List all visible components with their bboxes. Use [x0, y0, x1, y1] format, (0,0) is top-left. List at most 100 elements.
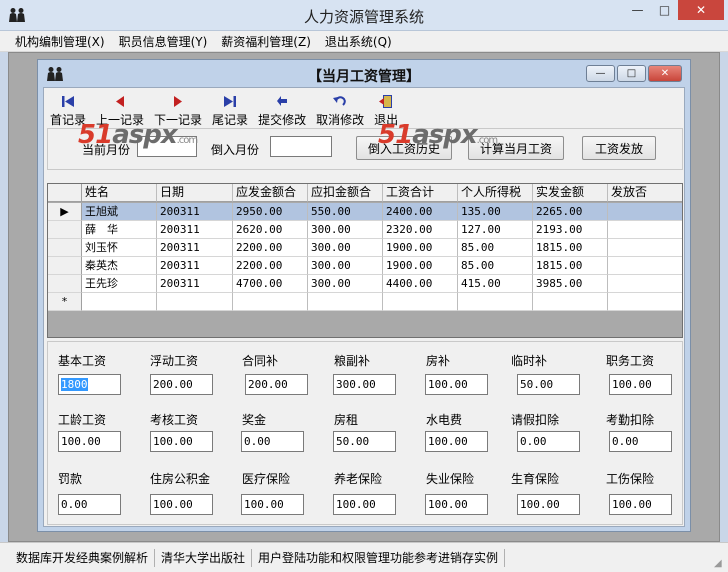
col-name[interactable]: 姓名: [82, 184, 157, 202]
cell-deduction[interactable]: 550.00: [308, 203, 383, 221]
cell-paid[interactable]: [608, 257, 682, 275]
child-close-button[interactable]: ✕: [648, 65, 682, 82]
float-salary-input[interactable]: 200.00: [150, 374, 213, 395]
cell-paid[interactable]: [608, 239, 682, 257]
cell-net[interactable]: 3985.00: [533, 275, 608, 293]
minimize-button[interactable]: —: [624, 0, 651, 20]
cell-date[interactable]: 200311: [157, 221, 233, 239]
cell-paid[interactable]: [608, 221, 682, 239]
base-salary-input[interactable]: 1800: [58, 374, 121, 395]
cell-paid[interactable]: [608, 275, 682, 293]
cell-tax[interactable]: 127.00: [458, 221, 533, 239]
pay-salary-button[interactable]: 工资发放: [582, 136, 656, 160]
cell-deduction[interactable]: [308, 293, 383, 311]
close-button[interactable]: ✕: [678, 0, 724, 20]
maximize-button[interactable]: □: [651, 0, 678, 20]
table-row[interactable]: 王先珍 200311 4700.00 300.00 4400.00 415.00…: [48, 275, 682, 293]
cell-name[interactable]: 刘玉怀: [82, 239, 157, 257]
col-deduction[interactable]: 应扣金额合: [308, 184, 383, 202]
table-row[interactable]: ▶ 王旭斌 200311 2950.00 550.00 2400.00 135.…: [48, 203, 682, 221]
menu-salary[interactable]: 薪资福利管理(Z): [214, 33, 318, 50]
cell-total[interactable]: 1900.00: [383, 239, 458, 257]
cell-date[interactable]: 200311: [157, 239, 233, 257]
submit-button[interactable]: 提交修改: [255, 91, 309, 128]
attendance-deduction-input[interactable]: 0.00: [609, 431, 672, 452]
cell-deduction[interactable]: 300.00: [308, 257, 383, 275]
cell-date[interactable]: 200311: [157, 275, 233, 293]
last-record-button[interactable]: 尾记录: [209, 91, 251, 128]
child-maximize-button[interactable]: □: [617, 65, 646, 82]
medical-insurance-input[interactable]: 100.00: [241, 494, 304, 515]
table-row[interactable]: 秦英杰 200311 2200.00 300.00 1900.00 85.00 …: [48, 257, 682, 275]
cell-total[interactable]: 2400.00: [383, 203, 458, 221]
cell-tax[interactable]: 135.00: [458, 203, 533, 221]
assessment-salary-input[interactable]: 100.00: [150, 431, 213, 452]
fine-input[interactable]: 0.00: [58, 494, 121, 515]
cell-total[interactable]: [383, 293, 458, 311]
cell-gross[interactable]: 2200.00: [233, 257, 308, 275]
cell-deduction[interactable]: 300.00: [308, 275, 383, 293]
cell-paid[interactable]: [608, 203, 682, 221]
table-row[interactable]: 刘玉怀 200311 2200.00 300.00 1900.00 85.00 …: [48, 239, 682, 257]
cell-gross[interactable]: 4700.00: [233, 275, 308, 293]
cell-name[interactable]: 薛 华: [82, 221, 157, 239]
cell-date[interactable]: [157, 293, 233, 311]
cell-paid[interactable]: [608, 293, 682, 311]
resize-grip-icon[interactable]: ◢: [714, 558, 726, 570]
col-gross[interactable]: 应发金额合: [233, 184, 308, 202]
salary-grid[interactable]: 姓名 日期 应发金额合 应扣金额合 工资合计 个人所得税 实发金额 发放否 ▶ …: [47, 183, 683, 338]
bonus-input[interactable]: 0.00: [241, 431, 304, 452]
cell-net[interactable]: 1815.00: [533, 257, 608, 275]
cell-gross[interactable]: 2620.00: [233, 221, 308, 239]
utilities-input[interactable]: 100.00: [425, 431, 488, 452]
col-tax[interactable]: 个人所得税: [458, 184, 533, 202]
cell-name[interactable]: [82, 293, 157, 311]
cell-total[interactable]: 2320.00: [383, 221, 458, 239]
menu-staff[interactable]: 职员信息管理(Y): [112, 33, 215, 50]
cell-date[interactable]: 200311: [157, 203, 233, 221]
cell-net[interactable]: 1815.00: [533, 239, 608, 257]
leave-deduction-input[interactable]: 0.00: [517, 431, 580, 452]
cell-gross[interactable]: 2950.00: [233, 203, 308, 221]
injury-insurance-input[interactable]: 100.00: [609, 494, 672, 515]
new-row[interactable]: *: [48, 293, 682, 311]
table-row[interactable]: 薛 华 200311 2620.00 300.00 2320.00 127.00…: [48, 221, 682, 239]
cell-net[interactable]: [533, 293, 608, 311]
import-month-input[interactable]: [270, 136, 332, 157]
unemployment-insurance-input[interactable]: 100.00: [425, 494, 488, 515]
child-minimize-button[interactable]: —: [586, 65, 615, 82]
col-date[interactable]: 日期: [157, 184, 233, 202]
col-paid[interactable]: 发放否: [608, 184, 682, 202]
cell-net[interactable]: 2265.00: [533, 203, 608, 221]
cell-gross[interactable]: 2200.00: [233, 239, 308, 257]
undo-button[interactable]: 取消修改: [313, 91, 367, 128]
cell-name[interactable]: 王先珍: [82, 275, 157, 293]
cell-tax[interactable]: 415.00: [458, 275, 533, 293]
col-net[interactable]: 实发金额: [533, 184, 608, 202]
cell-net[interactable]: 2193.00: [533, 221, 608, 239]
menu-org[interactable]: 机构编制管理(X): [8, 33, 112, 50]
menu-exit[interactable]: 退出系统(Q): [318, 33, 399, 50]
col-total[interactable]: 工资合计: [383, 184, 458, 202]
contract-allowance-input[interactable]: 200.00: [245, 374, 308, 395]
housing-fund-input[interactable]: 100.00: [150, 494, 213, 515]
maternity-insurance-input[interactable]: 100.00: [517, 494, 580, 515]
food-allowance-input[interactable]: 300.00: [333, 374, 396, 395]
cell-tax[interactable]: 85.00: [458, 257, 533, 275]
housing-allowance-input[interactable]: 100.00: [425, 374, 488, 395]
temp-allowance-input[interactable]: 50.00: [517, 374, 580, 395]
cell-name[interactable]: 王旭斌: [82, 203, 157, 221]
cell-tax[interactable]: [458, 293, 533, 311]
cell-date[interactable]: 200311: [157, 257, 233, 275]
pension-insurance-input[interactable]: 100.00: [333, 494, 396, 515]
seniority-salary-input[interactable]: 100.00: [58, 431, 121, 452]
cell-tax[interactable]: 85.00: [458, 239, 533, 257]
rent-input[interactable]: 50.00: [333, 431, 396, 452]
cell-total[interactable]: 4400.00: [383, 275, 458, 293]
cell-name[interactable]: 秦英杰: [82, 257, 157, 275]
cell-total[interactable]: 1900.00: [383, 257, 458, 275]
cell-gross[interactable]: [233, 293, 308, 311]
cell-deduction[interactable]: 300.00: [308, 221, 383, 239]
cell-deduction[interactable]: 300.00: [308, 239, 383, 257]
position-salary-input[interactable]: 100.00: [609, 374, 672, 395]
